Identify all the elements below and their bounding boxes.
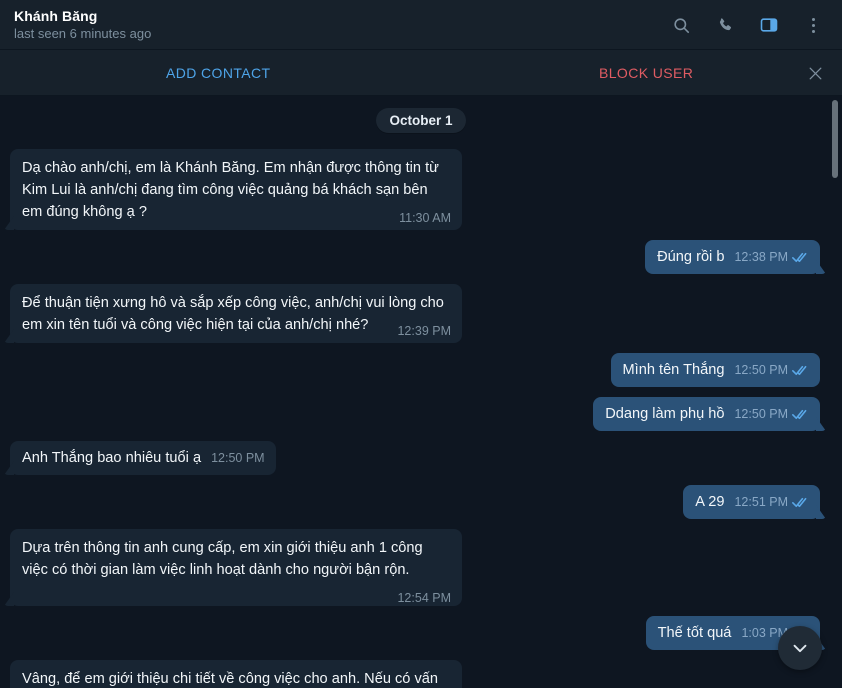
message-time: 12:39 PM bbox=[397, 324, 451, 338]
message-text: Ddang làm phụ hồ bbox=[605, 406, 725, 422]
message-time: 12:38 PM bbox=[734, 250, 788, 264]
message-row[interactable]: Ddang làm phụ hồ 12:50 PM bbox=[10, 397, 832, 431]
message-meta: 12:50 PM bbox=[734, 407, 809, 421]
message-time: 12:50 PM bbox=[211, 451, 265, 465]
date-pill-label: October 1 bbox=[376, 108, 466, 133]
phone-icon[interactable] bbox=[708, 8, 742, 42]
incoming-message-bubble[interactable]: Vâng, để em giới thiệu chi tiết về công … bbox=[10, 660, 462, 688]
message-row[interactable]: Dựa trên thông tin anh cung cấp, em xin … bbox=[10, 529, 832, 606]
message-row[interactable]: Vâng, để em giới thiệu chi tiết về công … bbox=[10, 660, 832, 688]
message-meta: 12:50 PM bbox=[734, 363, 809, 377]
message-row[interactable]: Đúng rồi b 12:38 PM bbox=[10, 240, 832, 274]
search-icon[interactable] bbox=[664, 8, 698, 42]
add-contact-button[interactable]: ADD CONTACT bbox=[156, 59, 280, 87]
read-ticks-icon bbox=[792, 365, 809, 376]
message-text: Dạ chào anh/chị, em là Khánh Băng. Em nh… bbox=[22, 160, 439, 220]
read-ticks-icon bbox=[792, 497, 809, 508]
outgoing-message-bubble[interactable]: Ddang làm phụ hồ 12:50 PM bbox=[593, 397, 820, 431]
scrollbar-thumb[interactable] bbox=[832, 100, 838, 178]
incoming-message-bubble[interactable]: Để thuận tiện xưng hô và sắp xếp công vi… bbox=[10, 284, 462, 343]
message-time: 12:50 PM bbox=[734, 363, 788, 377]
outgoing-message-bubble[interactable]: Đúng rồi b 12:38 PM bbox=[645, 240, 820, 274]
more-vertical-icon[interactable] bbox=[796, 8, 830, 42]
message-scroll-area[interactable]: October 1 Dạ chào anh/chị, em là Khánh B… bbox=[0, 96, 842, 688]
message-row[interactable]: Dạ chào anh/chị, em là Khánh Băng. Em nh… bbox=[10, 149, 832, 230]
outgoing-message-bubble[interactable]: Mình tên Thắng 12:50 PM bbox=[610, 353, 820, 387]
scrollbar-track[interactable] bbox=[832, 96, 839, 688]
header-actions bbox=[664, 8, 830, 42]
read-ticks-icon bbox=[792, 409, 809, 420]
message-list: Dạ chào anh/chị, em là Khánh Băng. Em nh… bbox=[0, 149, 842, 688]
peer-status: last seen 6 minutes ago bbox=[14, 26, 152, 41]
message-text: A 29 bbox=[695, 494, 725, 510]
message-meta: 12:39 PM bbox=[397, 324, 451, 338]
message-text: Anh Thắng bao nhiêu tuổi ạ bbox=[22, 450, 202, 466]
peer-info[interactable]: Khánh Băng last seen 6 minutes ago bbox=[14, 8, 151, 42]
message-text: Vâng, để em giới thiệu chi tiết về công … bbox=[22, 671, 439, 687]
message-text: Đúng rồi b bbox=[657, 249, 725, 265]
chat-header: Khánh Băng last seen 6 minutes ago bbox=[0, 0, 842, 50]
message-time: 12:54 PM bbox=[397, 591, 451, 605]
contact-action-bar: ADD CONTACT BLOCK USER bbox=[0, 50, 842, 96]
incoming-message-bubble[interactable]: Anh Thắng bao nhiêu tuổi ạ 12:50 PM bbox=[10, 441, 276, 475]
message-time: 11:30 AM bbox=[399, 211, 451, 225]
message-row[interactable]: Anh Thắng bao nhiêu tuổi ạ 12:50 PM bbox=[10, 441, 832, 475]
read-ticks-icon bbox=[792, 252, 809, 263]
sidebar-toggle-icon[interactable] bbox=[752, 8, 786, 42]
block-user-button[interactable]: BLOCK USER bbox=[589, 59, 703, 87]
telegram-chat-window: Khánh Băng last seen 6 minutes ago ADD C… bbox=[0, 0, 842, 688]
message-meta: 12:50 PM bbox=[211, 451, 265, 465]
close-icon[interactable] bbox=[802, 60, 828, 86]
peer-name: Khánh Băng bbox=[14, 8, 98, 24]
scroll-to-bottom-button[interactable] bbox=[778, 626, 822, 670]
outgoing-message-bubble[interactable]: A 29 12:51 PM bbox=[683, 485, 820, 519]
message-time: 12:50 PM bbox=[734, 407, 788, 421]
message-text: Dựa trên thông tin anh cung cấp, em xin … bbox=[22, 540, 423, 578]
date-divider: October 1 bbox=[0, 108, 842, 133]
message-meta: 12:54 PM bbox=[397, 591, 451, 605]
message-row[interactable]: Thế tốt quá 1:03 PM bbox=[10, 616, 832, 650]
message-meta: 12:38 PM bbox=[734, 250, 809, 264]
message-meta: 11:30 AM bbox=[399, 211, 451, 225]
incoming-message-bubble[interactable]: Dựa trên thông tin anh cung cấp, em xin … bbox=[10, 529, 462, 606]
more-dots bbox=[811, 17, 815, 33]
message-row[interactable]: Mình tên Thắng 12:50 PM bbox=[10, 353, 832, 387]
message-text: Mình tên Thắng bbox=[622, 362, 725, 378]
message-text: Thế tốt quá bbox=[657, 625, 732, 641]
message-meta: 12:51 PM bbox=[734, 495, 809, 509]
incoming-message-bubble[interactable]: Dạ chào anh/chị, em là Khánh Băng. Em nh… bbox=[10, 149, 462, 230]
message-time: 12:51 PM bbox=[734, 495, 788, 509]
message-row[interactable]: Để thuận tiện xưng hô và sắp xếp công vi… bbox=[10, 284, 832, 343]
message-row[interactable]: A 29 12:51 PM bbox=[10, 485, 832, 519]
message-text: Để thuận tiện xưng hô và sắp xếp công vi… bbox=[22, 295, 444, 333]
